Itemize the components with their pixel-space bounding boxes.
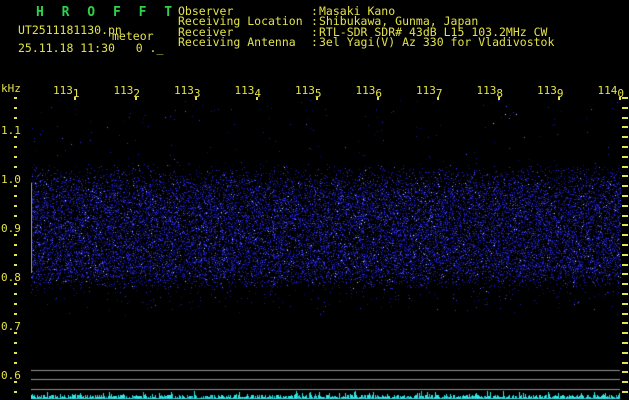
y-axis-minor-tick	[14, 185, 17, 187]
y-axis-minor-tick	[14, 381, 17, 383]
y-axis-minor-tick	[14, 362, 17, 364]
spectrogram-canvas	[31, 96, 621, 400]
y-axis-minor-tick	[14, 244, 17, 246]
y-axis-minor-tick	[14, 234, 17, 236]
y-axis-minor-tick	[14, 117, 17, 119]
x-axis-tick-label: 1135	[295, 84, 322, 97]
right-axis-tick	[622, 117, 628, 119]
right-axis-tick	[622, 371, 628, 373]
x-axis-tick-mark	[437, 97, 439, 100]
x-axis-tick-mark	[316, 97, 318, 100]
right-axis-tick	[622, 283, 628, 285]
field-value: 3el Yagi(V) Az 330 for Vladivostok	[319, 37, 554, 47]
right-axis-tick	[622, 97, 628, 99]
x-axis-tick-label: 1133	[174, 84, 201, 97]
right-axis-tick	[622, 195, 628, 197]
right-axis-tick	[622, 381, 628, 383]
x-axis-tick-mark	[135, 97, 137, 100]
x-axis-tick-mark	[377, 97, 379, 100]
right-axis-tick	[622, 352, 628, 354]
right-axis-tick	[622, 342, 628, 344]
x-axis-tick-mark	[256, 97, 258, 100]
y-axis-tick-label: 0.7	[1, 320, 21, 333]
y-axis-minor-tick	[14, 205, 17, 207]
y-axis-minor-tick	[14, 97, 17, 99]
x-axis-tick-label: 1134	[235, 84, 262, 97]
right-axis-tick	[622, 156, 628, 158]
right-axis-tick	[622, 362, 628, 364]
right-axis-tick	[622, 332, 628, 334]
y-axis-tick-label: 0.8	[1, 271, 21, 284]
right-axis-tick	[622, 322, 628, 324]
x-axis-tick-label: 1138	[477, 84, 504, 97]
hrofft-window: H R O F F T UT2511181130.pn meteor 25.11…	[0, 0, 629, 400]
y-axis-unit-label: kHz	[1, 83, 21, 94]
y-axis-tick-label: 0.9	[1, 222, 21, 235]
y-axis-minor-tick	[14, 303, 17, 305]
y-axis-minor-tick	[14, 107, 17, 109]
field-label: Receiving Antenna	[178, 37, 311, 47]
y-axis-minor-tick	[14, 342, 17, 344]
y-axis-minor-tick	[14, 293, 17, 295]
y-axis-minor-tick	[14, 146, 17, 148]
x-axis-tick-label: 1139	[537, 84, 564, 97]
right-axis-tick	[622, 136, 628, 138]
x-axis-tick-mark	[74, 97, 76, 100]
right-axis-tick	[622, 293, 628, 295]
y-axis-tick-label: 1.0	[1, 173, 21, 186]
y-axis-minor-tick	[14, 136, 17, 138]
y-axis-minor-tick	[14, 391, 17, 393]
right-axis-tick	[622, 273, 628, 275]
x-axis-tick-mark	[498, 97, 500, 100]
x-axis-tick-mark	[619, 97, 621, 100]
right-axis-tick	[622, 391, 628, 393]
y-axis-minor-tick	[14, 166, 17, 168]
y-axis-minor-tick	[14, 283, 17, 285]
right-axis-tick	[622, 126, 628, 128]
right-axis-tick	[622, 303, 628, 305]
datetime-status-line: 25.11.18 11:30 0 ._	[18, 43, 163, 54]
y-axis-minor-tick	[14, 264, 17, 266]
filename-label: UT2511181130.pn	[18, 25, 122, 36]
field-separator: :	[311, 37, 319, 47]
y-axis-tick-label: 0.6	[1, 369, 21, 382]
y-axis-minor-tick	[14, 195, 17, 197]
right-axis-tick	[622, 313, 628, 315]
y-axis-tick-label: 1.1	[1, 124, 21, 137]
x-axis-tick-label: 1131	[53, 84, 80, 97]
x-axis-tick-label: 1136	[356, 84, 383, 97]
y-axis-minor-tick	[14, 215, 17, 217]
station-info-fields: Observer:Masaki KanoReceiving Location:S…	[178, 6, 554, 47]
station-field-row: Receiving Antenna:3el Yagi(V) Az 330 for…	[178, 37, 554, 47]
y-axis-minor-tick	[14, 352, 17, 354]
x-axis-tick-mark	[195, 97, 197, 100]
right-axis-tick	[622, 146, 628, 148]
y-axis-minor-tick	[14, 156, 17, 158]
y-axis-minor-tick	[14, 332, 17, 334]
app-title: H R O F F T	[36, 7, 177, 18]
right-axis-tick	[622, 254, 628, 256]
right-axis-tick	[622, 166, 628, 168]
right-axis-tick	[622, 215, 628, 217]
x-axis-tick-label: 1140	[598, 84, 625, 97]
right-axis-tick	[622, 175, 628, 177]
y-axis-minor-tick	[14, 254, 17, 256]
right-axis-tick	[622, 185, 628, 187]
y-axis-minor-tick	[14, 313, 17, 315]
right-axis-tick	[622, 205, 628, 207]
x-axis-tick-mark	[558, 97, 560, 100]
right-axis-tick	[622, 264, 628, 266]
right-axis-tick	[622, 234, 628, 236]
right-axis-tick	[622, 224, 628, 226]
right-axis-tick	[622, 244, 628, 246]
x-axis-tick-label: 1137	[416, 84, 443, 97]
right-axis-tick	[622, 107, 628, 109]
x-axis-tick-label: 1132	[114, 84, 141, 97]
